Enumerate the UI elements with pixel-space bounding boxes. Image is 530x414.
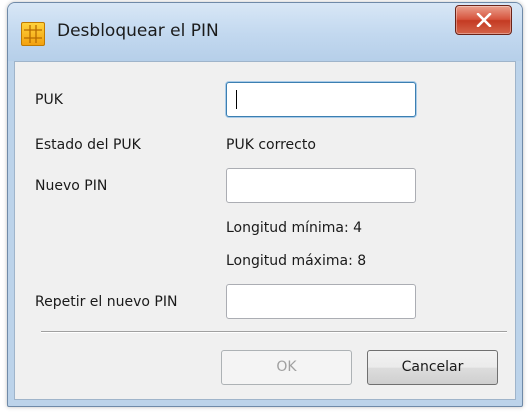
min-length-hint: Longitud mínima: 4 [226,220,363,236]
puk-status-label: Estado del PUK [35,137,141,153]
repeat-pin-label: Repetir el nuevo PIN [35,294,178,310]
close-button[interactable] [455,5,512,35]
puk-status-value: PUK correcto [226,137,316,153]
title-bar[interactable]: Desbloquear el PIN [8,3,522,61]
ok-button[interactable]: OK [221,350,352,385]
dialog-body: PUK Estado del PUK PUK correcto Nuevo PI… [14,61,516,400]
separator [41,331,507,333]
new-pin-input[interactable] [226,168,416,203]
new-pin-label: Nuevo PIN [35,178,108,194]
max-length-hint: Longitud máxima: 8 [226,253,367,269]
dialog-window: Desbloquear el PIN PUK Estado del PUK PU… [7,2,523,407]
puk-label: PUK [35,92,63,108]
text-caret [236,90,237,109]
cancel-button[interactable]: Cancelar [367,350,498,385]
smartcard-chip-icon [21,22,45,46]
close-icon [476,13,492,27]
window-title: Desbloquear el PIN [57,21,219,41]
repeat-pin-input[interactable] [226,284,416,319]
puk-input[interactable] [226,82,416,117]
